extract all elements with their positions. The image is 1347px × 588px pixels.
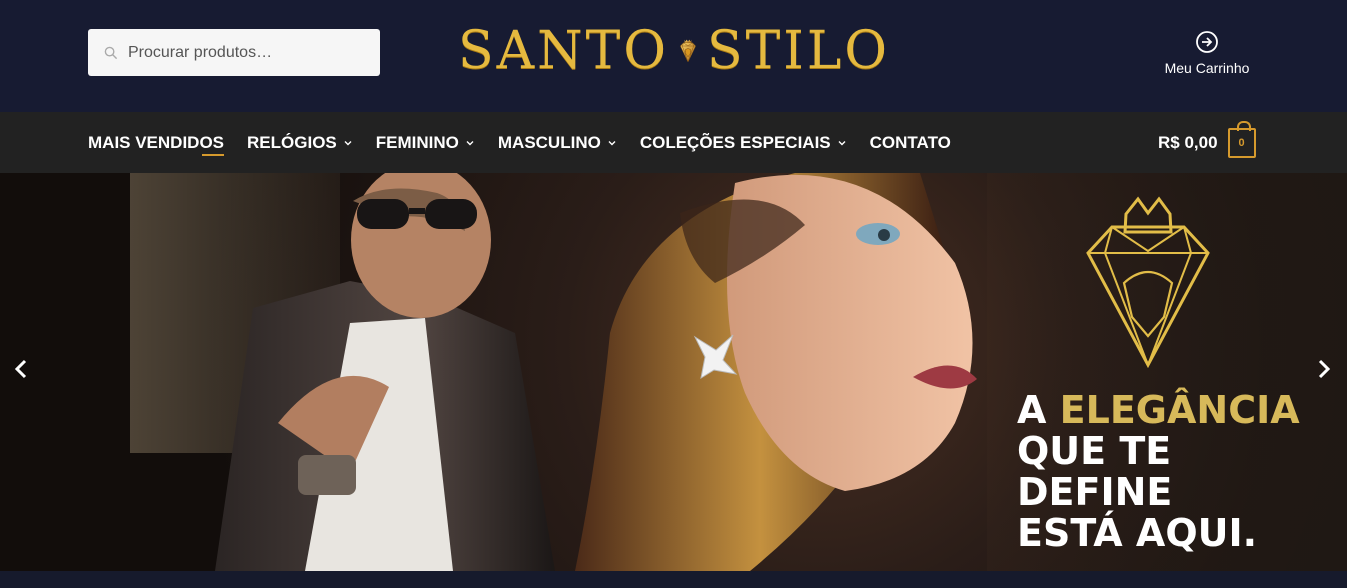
cart-arrow-icon <box>1196 31 1218 53</box>
nav-menu: MAIS VENDIDOS RELÓGIOS FEMININO MASCULIN… <box>88 112 974 173</box>
nav-item-contato[interactable]: CONTATO <box>870 112 951 173</box>
hero-headline-line2: QUE TE DEFINE <box>1017 429 1173 515</box>
nav-item-masculino[interactable]: MASCULINO <box>498 112 617 173</box>
brand-word-left: SANTO <box>458 21 669 81</box>
search-input[interactable] <box>128 43 368 62</box>
lion-diamond-icon <box>680 39 696 63</box>
chevron-right-icon[interactable] <box>1311 357 1335 381</box>
nav-item-label: MASCULINO <box>497 132 601 152</box>
lion-diamond-emblem <box>1086 196 1210 369</box>
nav-item-label: RELÓGIOS <box>247 132 337 152</box>
hero-headline-line1-white: A <box>1017 388 1047 432</box>
chevron-down-icon <box>466 140 474 145</box>
my-cart-link[interactable]: Meu Carrinho <box>1148 30 1266 76</box>
chevron-down-icon <box>344 140 352 145</box>
site-header: SANTO STILO Meu Carrinho <box>0 0 1347 112</box>
hero-headline: A ELEGÂNCIA QUE TE DEFINE ESTÁ AQUI. <box>1017 388 1327 556</box>
search-icon <box>104 46 118 59</box>
chevron-down-icon <box>838 140 846 145</box>
hero-slider: A ELEGÂNCIA QUE TE DEFINE ESTÁ AQUI. <box>0 173 1347 571</box>
my-cart-label: Meu Carrinho <box>1164 60 1250 76</box>
nav-item-colecoes-especiais[interactable]: COLEÇÕES ESPECIAIS <box>640 112 847 173</box>
content-divider <box>0 571 1347 588</box>
cart-count: 0 <box>1238 137 1245 149</box>
female-model-image <box>575 173 977 571</box>
brand-logo[interactable]: SANTO STILO <box>458 14 890 88</box>
cart-total: R$ 0,00 <box>1158 133 1218 152</box>
shopping-bag-icon: 0 <box>1227 121 1256 158</box>
nav-item-feminino[interactable]: FEMININO <box>376 112 475 173</box>
hero-headline-line1-gold: ELEGÂNCIA <box>1059 388 1300 432</box>
nav-item-mais-vendidos[interactable]: MAIS VENDIDOS <box>88 112 224 173</box>
search-bar[interactable] <box>88 29 380 76</box>
chevron-down-icon <box>608 140 616 145</box>
nav-item-relogios[interactable]: RELÓGIOS <box>247 112 353 173</box>
nav-item-label: MAIS VENDIDOS <box>88 132 225 152</box>
nav-item-label: COLEÇÕES ESPECIAIS <box>639 132 831 152</box>
nav-item-label: FEMININO <box>375 132 459 152</box>
hero-headline-line3: ESTÁ AQUI. <box>1017 511 1258 556</box>
nav-item-label: CONTATO <box>869 132 951 152</box>
chevron-left-icon[interactable] <box>10 357 34 381</box>
main-navigation: MAIS VENDIDOS RELÓGIOS FEMININO MASCULIN… <box>0 112 1347 173</box>
cart-summary[interactable]: R$ 0,00 0 <box>1158 121 1256 158</box>
brand-word-right: STILO <box>706 21 890 81</box>
